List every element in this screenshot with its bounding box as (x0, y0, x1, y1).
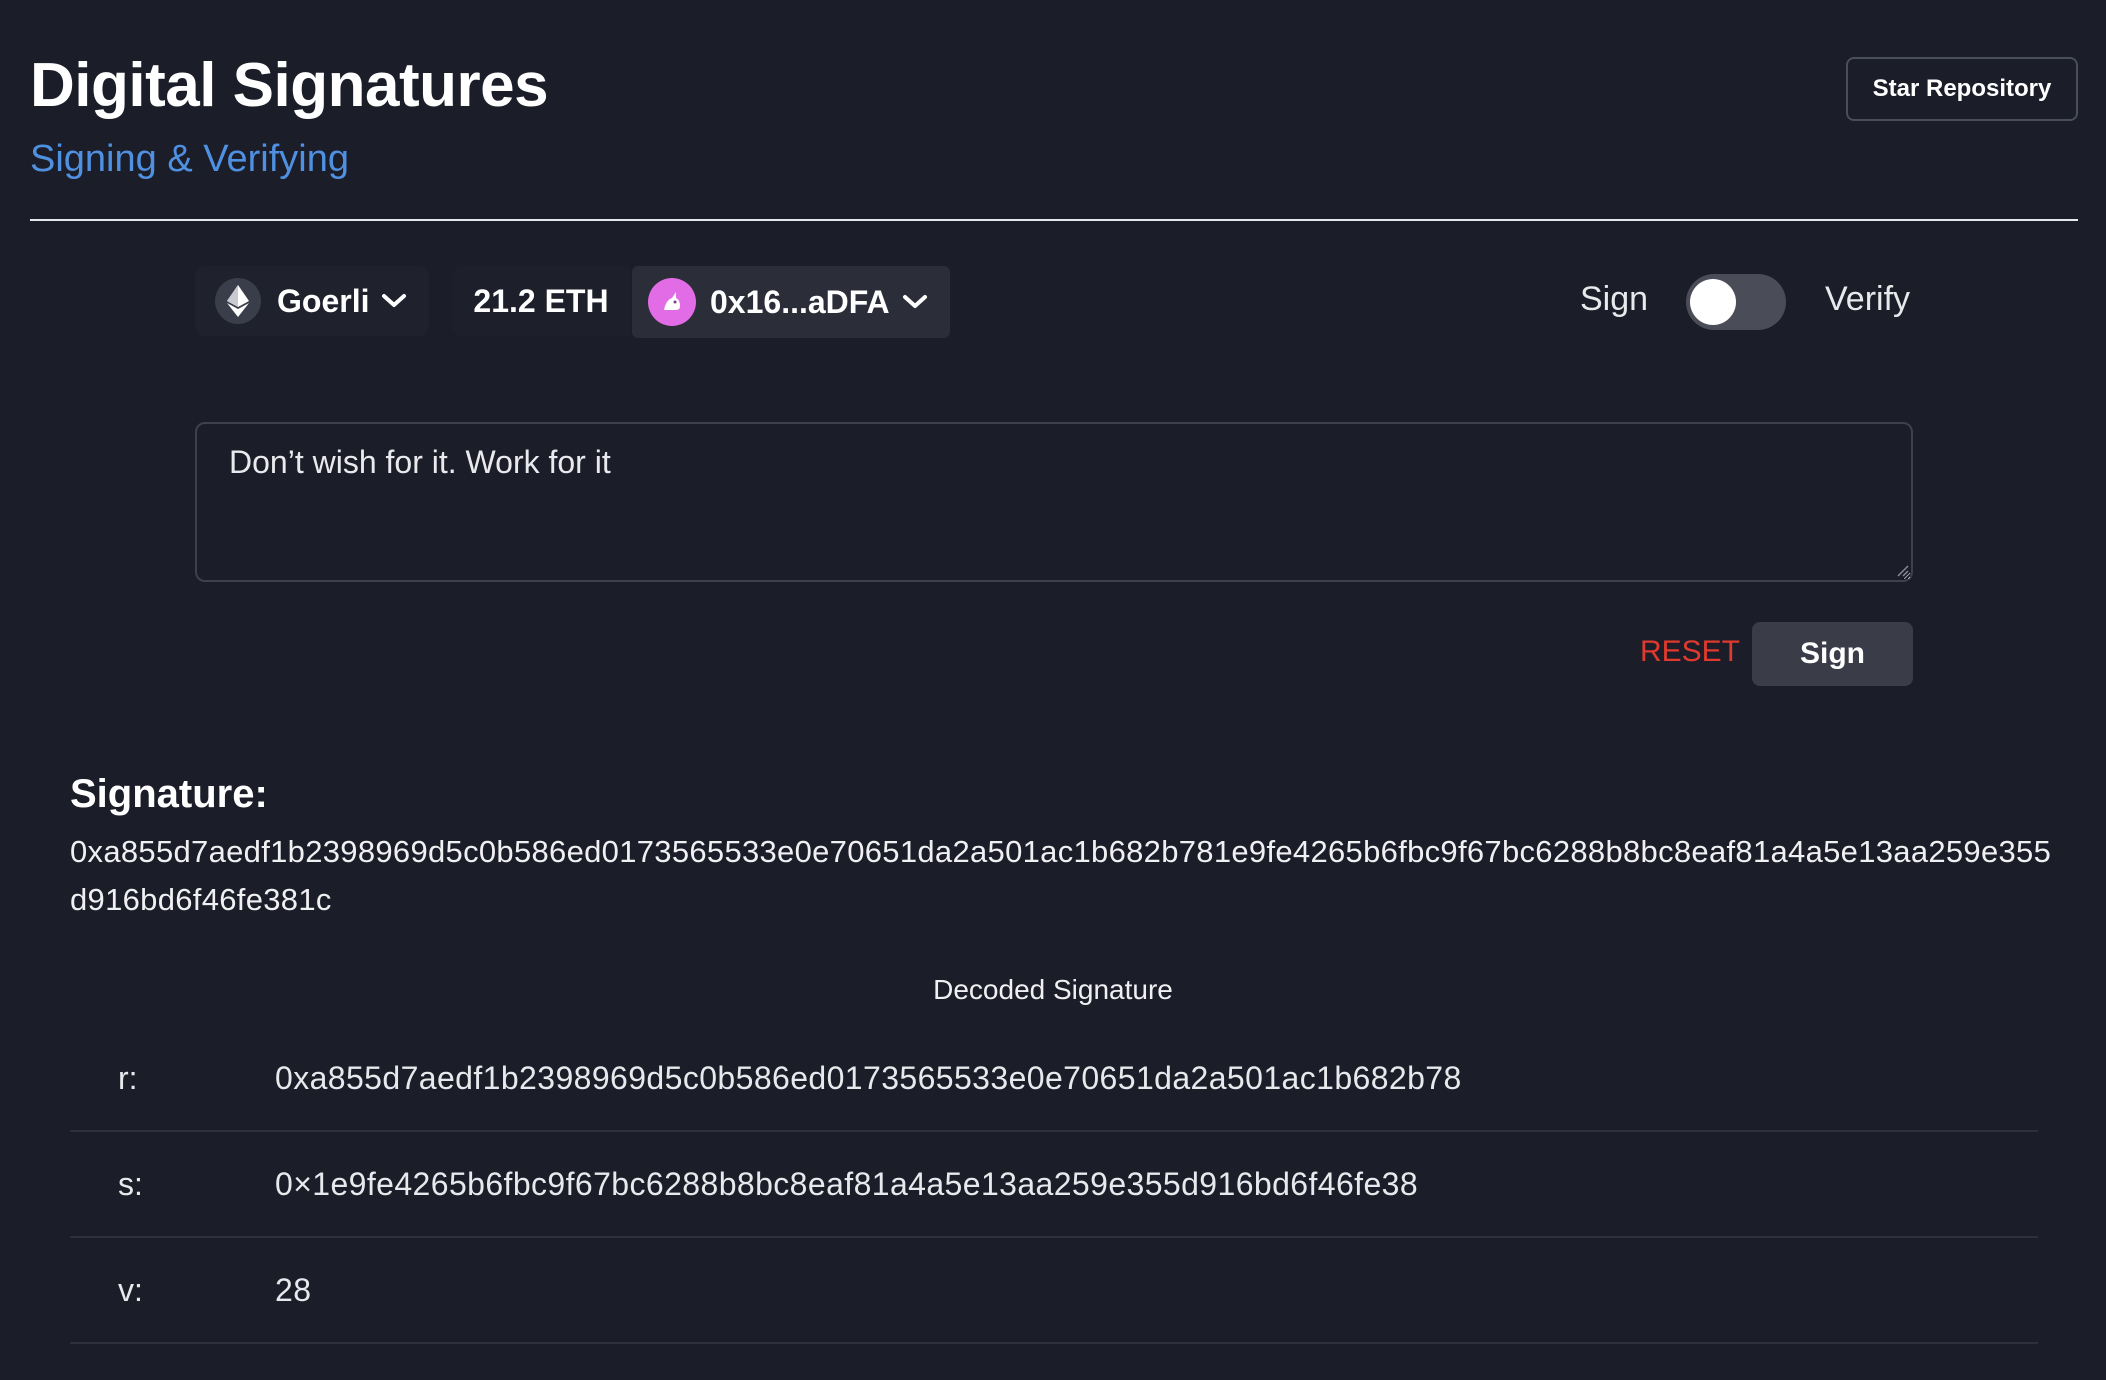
toggle-knob[interactable] (1690, 279, 1736, 325)
page: Digital Signatures Signing & Verifying S… (0, 0, 2106, 1380)
decoded-row-v: v: 28 (70, 1238, 2038, 1344)
chevron-down-icon (902, 289, 928, 315)
decoded-key: r: (118, 1059, 138, 1096)
decoded-key: v: (118, 1271, 143, 1308)
ethereum-icon (215, 278, 261, 324)
chevron-down-icon (381, 288, 407, 314)
toggle-sign-label: Sign (1580, 280, 1649, 318)
toggle-verify-label: Verify (1825, 280, 1911, 318)
decoded-signature-heading: Decoded Signature (933, 974, 1173, 1005)
message-input[interactable]: Don’t wish for it. Work for it (195, 422, 1913, 582)
unicorn-avatar-icon (648, 278, 696, 326)
decoded-key: s: (118, 1165, 143, 1202)
sign-verify-toggle[interactable] (1686, 274, 1786, 330)
page-title: Digital Signatures (30, 51, 549, 120)
decoded-row-r: r: 0xa855d7aedf1b2398969d5c0b586ed017356… (70, 1026, 2038, 1132)
resize-handle-icon[interactable] (1894, 562, 1910, 578)
balance-display: 21.2 ETH (452, 266, 630, 336)
network-selector[interactable]: Goerli (195, 266, 429, 336)
network-label: Goerli (277, 282, 370, 319)
signature-heading: Signature: (70, 772, 268, 816)
decoded-value: 0xa855d7aedf1b2398969d5c0b586ed017356553… (275, 1059, 1462, 1096)
signature-value: 0xa855d7aedf1b2398969d5c0b586ed017356553… (70, 834, 2052, 917)
page-subtitle: Signing & Verifying (30, 138, 349, 180)
decoded-value: 28 (275, 1271, 312, 1308)
account-selector[interactable]: 0x16...aDFA (632, 266, 950, 338)
sign-button[interactable]: Sign (1752, 622, 1913, 686)
decoded-row-s: s: 0×1e9fe4265b6fbc9f67bc6288b8bc8eaf81a… (70, 1132, 2038, 1238)
header-divider (30, 219, 2078, 221)
star-repository-button[interactable]: Star Repository (1846, 57, 2078, 121)
account-address: 0x16...aDFA (710, 283, 890, 320)
decoded-value: 0×1e9fe4265b6fbc9f67bc6288b8bc8eaf81a4a5… (275, 1165, 1419, 1202)
reset-button[interactable]: RESET (1640, 632, 1740, 672)
